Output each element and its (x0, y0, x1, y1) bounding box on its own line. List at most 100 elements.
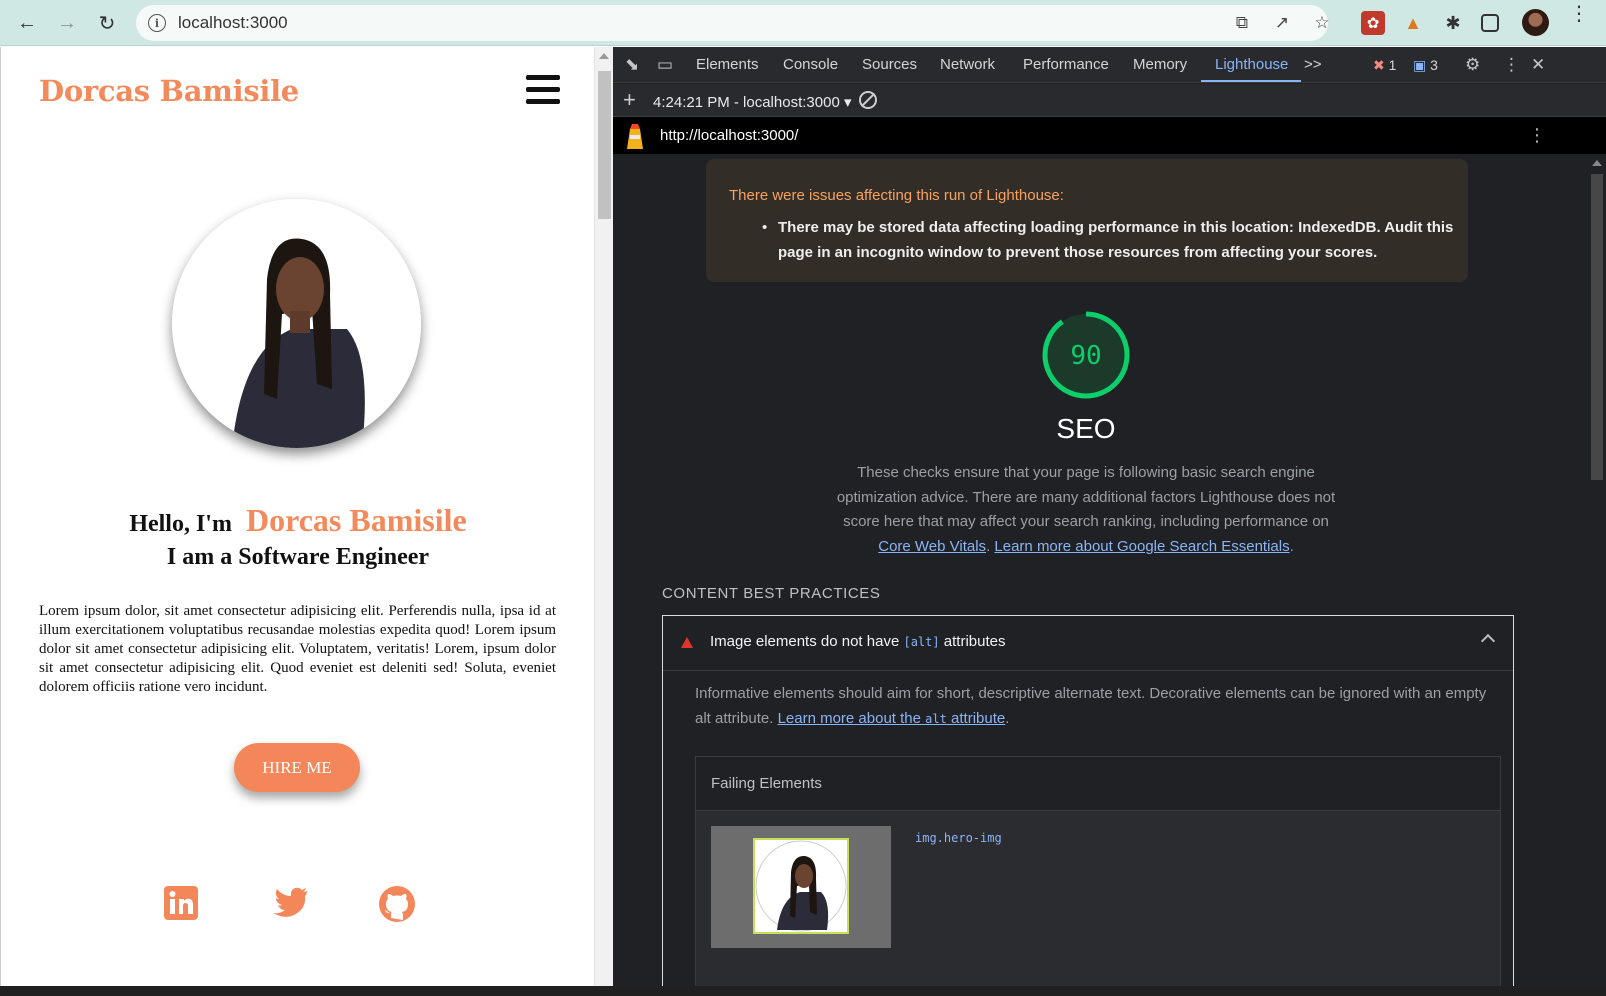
address-bar[interactable]: i localhost:3000 ⧉ ↗ ☆ (136, 5, 1330, 41)
twitter-icon[interactable] (269, 885, 309, 925)
report-scrollbar[interactable] (1588, 154, 1606, 986)
close-devtools-icon[interactable]: ✕ (1531, 55, 1545, 75)
lighthouse-report: There were issues affecting this run of … (613, 154, 1588, 986)
settings-gear-icon[interactable]: ⚙ (1465, 55, 1480, 75)
audit-desc-period: . (1005, 709, 1010, 727)
greeting-prefix: Hello, I'm (129, 511, 232, 537)
tab-performance[interactable]: Performance (1023, 56, 1109, 73)
warning-item: There may be stored data affecting loadi… (778, 219, 1454, 261)
hire-me-button[interactable]: HIRE ME (234, 743, 360, 792)
core-web-vitals-link[interactable]: Core Web Vitals (878, 538, 986, 555)
info-icon[interactable]: i (148, 14, 166, 32)
lighthouse-toolbar: + 4:24:21 PM - localhost:3000 ▾ (613, 84, 1606, 117)
report-kebab-icon[interactable]: ⋮ (1528, 125, 1546, 146)
hero-greeting: Hello, I'm Dorcas Bamisile (1, 502, 594, 539)
bookmark-star-icon[interactable]: ☆ (1312, 13, 1332, 33)
report-url-bar: http://localhost:3000/ ⋮ (613, 117, 1606, 154)
website-viewport: Dorcas Bamisile Hello, I'm Dorcas Bamisil… (0, 47, 594, 986)
clear-reports-icon[interactable] (859, 91, 877, 109)
hero-image (172, 199, 421, 448)
device-toolbar-icon[interactable]: ▭ (657, 55, 673, 75)
address-bar-url[interactable]: localhost:3000 (178, 13, 288, 33)
desc-end: . (1289, 537, 1294, 555)
learn-alt-link-pre: Learn more about the (777, 709, 921, 727)
seo-description-text: These checks ensure that your page is fo… (836, 464, 1336, 530)
back-icon[interactable]: ← (15, 11, 39, 35)
website-scrollbar[interactable] (594, 47, 613, 986)
site-logo[interactable]: Dorcas Bamisile (39, 74, 299, 108)
search-essentials-link[interactable]: Learn more about Google Search Essential… (994, 538, 1289, 555)
seo-description: These checks ensure that your page is fo… (826, 461, 1346, 559)
report-scroll-up-icon[interactable] (1592, 160, 1602, 166)
metamask-icon[interactable]: ▲ (1401, 11, 1425, 35)
tab-console[interactable]: Console (783, 56, 838, 73)
active-tab-indicator (1201, 80, 1301, 82)
audit-description: Informative elements should aim for shor… (695, 682, 1495, 731)
hero-paragraph: Lorem ipsum dolor, sit amet consectetur … (39, 603, 556, 695)
learn-alt-link-code: alt (925, 711, 947, 726)
audit-title: Image elements do not have [alt] attribu… (710, 633, 1005, 650)
seo-score-gauge[interactable]: 90 (1041, 310, 1131, 400)
message-count-badge[interactable]: ▣ 3 (1413, 57, 1438, 74)
error-count-badge[interactable]: ✖ 1 (1373, 57, 1396, 74)
reload-icon[interactable]: ↻ (95, 11, 119, 35)
side-panel-icon[interactable] (1481, 14, 1499, 32)
browser-toolbar: ← → ↻ i localhost:3000 ⧉ ↗ ☆ ✿ ▲ ✱ ⋮ (0, 0, 1606, 46)
element-screenshot-highlight (753, 838, 849, 934)
hero-subtitle: I am a Software Engineer (166, 544, 430, 570)
extension-icon[interactable]: ✿ (1361, 11, 1385, 35)
devtools-tabbar: ⬊ ▭ Elements Console Sources Network Per… (613, 47, 1606, 83)
report-url[interactable]: http://localhost:3000/ (660, 127, 798, 144)
tab-sources[interactable]: Sources (862, 56, 917, 73)
puzzle-icon[interactable]: ✱ (1441, 11, 1465, 35)
linkedin-icon[interactable] (163, 885, 203, 925)
website-scrollbar-thumb[interactable] (598, 71, 611, 219)
section-title: CONTENT BEST PRACTICES (662, 585, 881, 602)
fail-triangle-icon (681, 637, 693, 648)
hamburger-menu-icon[interactable] (526, 75, 560, 105)
tab-memory[interactable]: Memory (1133, 56, 1187, 73)
report-select[interactable]: 4:24:21 PM - localhost:3000 ▾ (653, 93, 852, 111)
tab-network[interactable]: Network (940, 56, 995, 73)
profile-avatar[interactable] (1522, 9, 1549, 36)
open-in-app-icon[interactable]: ⧉ (1232, 13, 1252, 33)
audit-image-alt: Image elements do not have [alt] attribu… (662, 615, 1514, 986)
warning-bullet: • (762, 219, 768, 236)
report-select-value: 4:24:21 PM - localhost:3000 (653, 94, 840, 111)
tab-elements[interactable]: Elements (696, 56, 759, 73)
audit-title-pre: Image elements do not have (710, 633, 900, 650)
seo-category-title: SEO (1056, 413, 1116, 444)
new-report-plus-icon[interactable]: + (623, 87, 636, 113)
collapse-chevron-icon[interactable] (1480, 633, 1496, 649)
tab-lighthouse[interactable]: Lighthouse (1215, 56, 1288, 73)
element-screenshot (711, 826, 891, 948)
audit-title-code: [alt] (903, 635, 940, 649)
report-scrollbar-thumb[interactable] (1591, 174, 1603, 480)
kebab-menu-icon[interactable]: ⋮ (1569, 4, 1589, 24)
warning-title: There were issues affecting this run of … (729, 187, 1064, 204)
audit-title-post: attributes (943, 633, 1006, 650)
devtools-panel: ⬊ ▭ Elements Console Sources Network Per… (613, 47, 1606, 986)
share-icon[interactable]: ↗ (1272, 13, 1292, 33)
os-taskbar (0, 986, 1606, 996)
screen: ← → ↻ i localhost:3000 ⧉ ↗ ☆ ✿ ▲ ✱ ⋮ Dor… (0, 0, 1606, 996)
failing-elements-header: Failing Elements (696, 757, 1500, 811)
greeting-name: Dorcas Bamisile (245, 502, 467, 538)
more-tabs-icon[interactable]: >> (1304, 56, 1322, 73)
audit-header[interactable]: Image elements do not have [alt] attribu… (663, 616, 1513, 671)
failing-elements-table: Failing Elements img.hero-img (695, 756, 1501, 986)
message-count: 3 (1430, 57, 1438, 73)
inspect-element-icon[interactable]: ⬊ (625, 55, 639, 75)
github-icon[interactable] (378, 885, 418, 925)
devtools-kebab-icon[interactable]: ⋮ (1503, 55, 1520, 75)
failing-selector[interactable]: img.hero-img (915, 831, 1002, 845)
failing-element-row[interactable]: img.hero-img (696, 811, 1500, 986)
scroll-up-arrow-icon[interactable] (599, 53, 609, 59)
learn-alt-link[interactable]: Learn more about the alt attribute (778, 710, 1006, 727)
learn-alt-link-post: attribute (951, 709, 1006, 727)
forward-icon[interactable]: → (55, 11, 79, 35)
error-count: 1 (1388, 57, 1397, 73)
hero-portrait (172, 199, 421, 448)
lighthouse-logo-icon (627, 124, 643, 149)
seo-score-value: 90 (1070, 341, 1101, 371)
